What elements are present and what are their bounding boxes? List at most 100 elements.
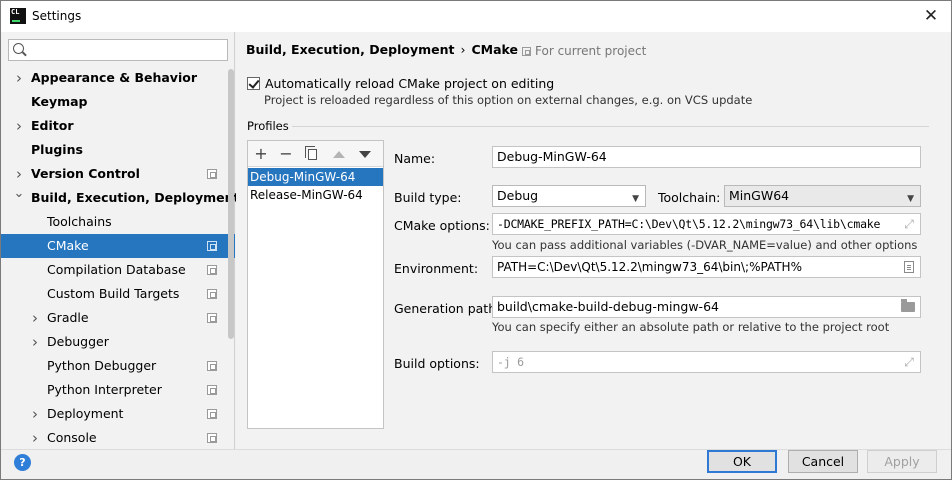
sidebar-item[interactable]: › Gradle	[1, 306, 235, 330]
sidebar-item-label: Appearance & Behavior	[31, 70, 197, 85]
chevron-right-icon[interactable]: ›	[29, 306, 41, 330]
arrow-down-icon	[359, 151, 371, 158]
auto-reload-label[interactable]: Automatically reload CMake project on ed…	[265, 76, 554, 91]
auto-reload-checkbox[interactable]	[247, 77, 260, 90]
profile-list: + − Debug-MinGW-64 Release-MinGW-64	[247, 140, 384, 429]
chevron-down-icon: ▼	[907, 194, 914, 204]
sidebar-item[interactable]: › Debugger	[1, 330, 235, 354]
close-icon[interactable]: ✕	[921, 6, 941, 26]
sidebar-item[interactable]: Compilation Database	[1, 258, 235, 282]
apply-button[interactable]: Apply	[867, 450, 937, 473]
settings-content: Build, Execution, Deployment › CMake For c…	[236, 32, 951, 449]
chevron-right-icon[interactable]: ›	[29, 330, 41, 354]
sidebar-item-label: Console	[47, 430, 97, 445]
project-scope-icon	[207, 433, 217, 443]
app-icon: CL	[10, 8, 26, 24]
toolchain-value: MinGW64	[729, 188, 790, 203]
ok-button[interactable]: OK	[707, 450, 777, 473]
title-bar: CL Settings ✕	[1, 1, 951, 32]
sidebar-item[interactable]: Keymap	[1, 90, 235, 114]
sidebar-item[interactable]: › Deployment	[1, 402, 235, 426]
expand-icon[interactable]: ⤢	[902, 217, 916, 231]
name-label: Name:	[394, 151, 436, 166]
arrow-up-icon	[333, 151, 345, 158]
sidebar-item-label: Build, Execution, Deployment	[31, 190, 240, 205]
add-profile-button[interactable]: +	[251, 144, 271, 164]
cmake-options-value: -DCMAKE_PREFIX_PATH=C:\Dev\Qt\5.12.2\min…	[497, 217, 881, 231]
profile-item[interactable]: Release-MinGW-64	[248, 186, 383, 204]
build-options-field[interactable]: -j 6 ⤢	[492, 351, 921, 373]
copy-profile-button[interactable]	[303, 144, 323, 164]
move-up-button[interactable]	[329, 144, 349, 164]
settings-sidebar: › Appearance & Behavior Keymap › Editor Plugi…	[1, 32, 240, 450]
environment-value: PATH=C:\Dev\Qt\5.12.2\mingw73_64\bin\;%P…	[497, 260, 802, 274]
breadcrumb-separator: ›	[460, 42, 466, 57]
sidebar-item[interactable]: › Editor	[1, 114, 235, 138]
generation-path-field[interactable]: build\cmake-build-debug-mingw-64	[492, 296, 921, 318]
cmake-options-field[interactable]: -DCMAKE_PREFIX_PATH=C:\Dev\Qt\5.12.2\min…	[492, 213, 921, 235]
sidebar-item[interactable]: › Appearance & Behavior	[1, 66, 235, 90]
profile-item[interactable]: Debug-MinGW-64	[248, 168, 383, 186]
sidebar-item-label: Deployment	[47, 406, 124, 421]
project-scope-icon	[207, 361, 217, 371]
breadcrumb-parent: Build, Execution, Deployment	[246, 42, 455, 57]
sidebar-item[interactable]: › Version Control	[1, 162, 235, 186]
sidebar-item[interactable]: Toolchains	[1, 210, 235, 234]
build-type-select[interactable]: Debug ▼	[492, 185, 646, 207]
remove-profile-button[interactable]: −	[276, 144, 296, 164]
window-title: Settings	[32, 9, 82, 23]
project-scope-icon	[207, 265, 217, 275]
sidebar-item-label: Python Interpreter	[47, 382, 162, 397]
search-input[interactable]	[8, 39, 228, 61]
expand-icon[interactable]: ⤢	[902, 355, 916, 369]
generation-path-value: build\cmake-build-debug-mingw-64	[497, 299, 719, 314]
project-scope-icon	[522, 47, 531, 56]
sidebar-item-label: Debugger	[47, 334, 109, 349]
project-scope-icon	[207, 241, 217, 251]
breadcrumb: Build, Execution, Deployment › CMake	[246, 42, 518, 57]
build-type-value: Debug	[497, 188, 539, 203]
sidebar-item[interactable]: CMake	[1, 234, 235, 258]
environment-field[interactable]: PATH=C:\Dev\Qt\5.12.2\mingw73_64\bin\;%P…	[492, 256, 921, 278]
chevron-right-icon[interactable]: ›	[13, 66, 25, 90]
document-icon[interactable]	[904, 261, 914, 273]
sidebar-item-label: Gradle	[47, 310, 89, 325]
scope-label: For current project	[535, 44, 647, 58]
profile-toolbar: + −	[248, 141, 383, 167]
sidebar-item[interactable]: Plugins	[1, 138, 235, 162]
project-scope-icon	[207, 409, 217, 419]
settings-tree: › Appearance & Behavior Keymap › Editor Plugi…	[1, 66, 240, 450]
sidebar-item[interactable]: ⌄ Build, Execution, Deployment	[1, 186, 240, 210]
chevron-right-icon[interactable]: ›	[29, 402, 41, 426]
sidebar-item[interactable]: Custom Build Targets	[1, 282, 235, 306]
build-options-label: Build options:	[394, 356, 480, 371]
toolchain-select[interactable]: MinGW64 ▼	[724, 185, 921, 207]
sidebar-item[interactable]: › Console	[1, 426, 235, 450]
project-scope-icon	[207, 289, 217, 299]
cancel-button[interactable]: Cancel	[788, 450, 858, 473]
search-icon	[13, 43, 24, 54]
environment-label: Environment:	[394, 261, 479, 276]
sidebar-item-label: Custom Build Targets	[47, 286, 180, 301]
chevron-right-icon[interactable]: ›	[29, 426, 41, 450]
auto-reload-hint: Project is reloaded regardless of this o…	[264, 93, 753, 107]
project-scope-icon	[207, 169, 217, 179]
sidebar-item-label: Keymap	[31, 94, 88, 109]
folder-icon[interactable]	[901, 299, 915, 312]
sidebar-item-label: Version Control	[31, 166, 140, 181]
breadcrumb-current: CMake	[471, 42, 518, 57]
chevron-down-icon[interactable]: ⌄	[13, 182, 25, 206]
sidebar-scrollbar[interactable]	[228, 69, 234, 339]
chevron-down-icon: ▼	[632, 194, 639, 204]
build-type-label: Build type:	[394, 190, 462, 205]
sidebar-item-label: Python Debugger	[47, 358, 157, 373]
help-icon[interactable]: ?	[14, 454, 31, 471]
sidebar-item-label: Toolchains	[47, 214, 112, 229]
sidebar-item-label: Editor	[31, 118, 74, 133]
move-down-button[interactable]	[355, 144, 375, 164]
cmake-options-hint: You can pass additional variables (-DVAR…	[492, 238, 918, 252]
sidebar-item[interactable]: Python Debugger	[1, 354, 235, 378]
sidebar-item[interactable]: Python Interpreter	[1, 378, 235, 402]
name-field[interactable]: Debug-MinGW-64	[492, 146, 921, 168]
chevron-right-icon[interactable]: ›	[13, 114, 25, 138]
